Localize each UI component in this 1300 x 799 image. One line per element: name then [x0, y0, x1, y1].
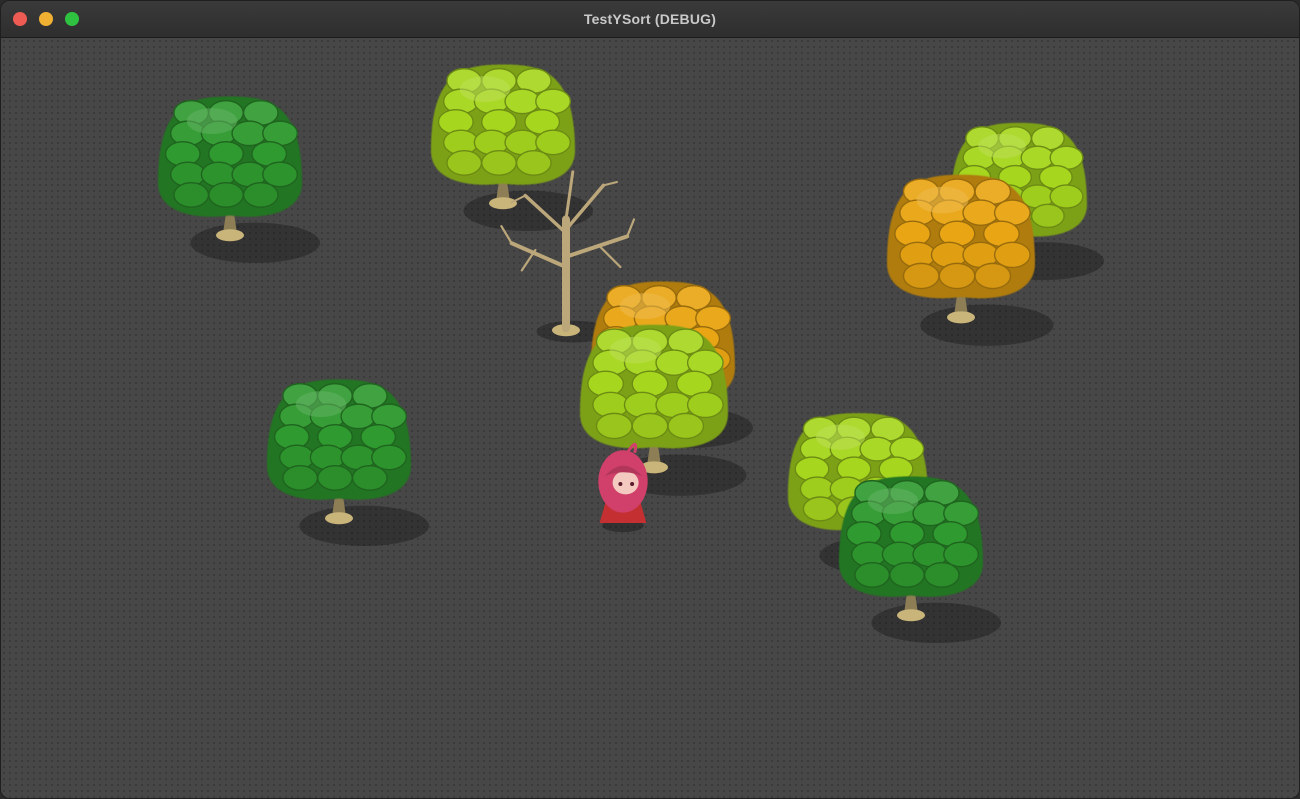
- game-viewport[interactable]: [1, 38, 1299, 798]
- leafy-tree-icon: [267, 379, 430, 546]
- leafy-tree-icon: [158, 96, 320, 263]
- minimize-button[interactable]: [39, 12, 53, 26]
- close-button[interactable]: [13, 12, 27, 26]
- pink-haired-character-icon[interactable]: [598, 442, 648, 533]
- window-title: TestYSort (DEBUG): [583, 11, 717, 27]
- window-titlebar[interactable]: TestYSort (DEBUG): [1, 1, 1299, 38]
- game-window: TestYSort (DEBUG): [0, 0, 1300, 799]
- scene-canvas: [158, 64, 1104, 643]
- maximize-button[interactable]: [65, 12, 79, 26]
- leafy-tree-icon: [839, 476, 1001, 643]
- window-controls: [13, 12, 79, 26]
